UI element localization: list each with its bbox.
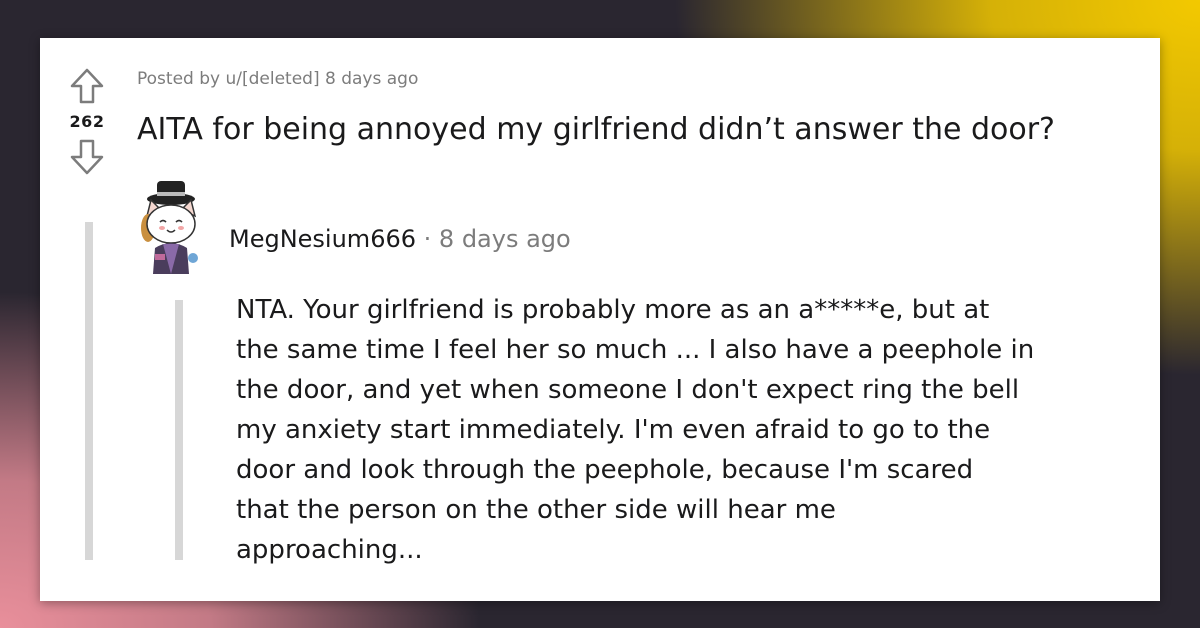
comment-meta: MegNesium666 · 8 days ago (229, 225, 571, 253)
post-meta: Posted by u/[deleted] 8 days ago (137, 69, 419, 89)
vote-column: 262 (63, 67, 111, 176)
comment-author[interactable]: MegNesium666 (229, 225, 416, 253)
thread-collapse-line[interactable] (85, 222, 93, 560)
comment-line: that the person on the other side will h… (236, 495, 836, 525)
meta-separator: · (423, 225, 432, 253)
snoo-avatar-icon[interactable] (133, 178, 213, 274)
post-card: 262 Posted by u/[deleted] 8 days ago AIT… (40, 38, 1160, 601)
comment-body: NTA. Your girlfriend is probably more as… (236, 290, 1116, 570)
comment-line: the same time I feel her so much ... I a… (236, 335, 1035, 365)
upvote-arrow-icon[interactable] (69, 67, 105, 105)
post-title[interactable]: AITA for being annoyed my girlfriend did… (137, 112, 1055, 147)
vote-score: 262 (69, 112, 105, 131)
comment-line: approaching... (236, 535, 423, 565)
downvote-arrow-icon[interactable] (69, 138, 105, 176)
comment-timestamp[interactable]: 8 days ago (439, 225, 571, 253)
comment-line: door and look through the peephole, beca… (236, 455, 974, 485)
comment-line: my anxiety start immediately. I'm even a… (236, 415, 991, 445)
comment-line: the door, and yet when someone I don't e… (236, 375, 1020, 405)
comment-collapse-line[interactable] (175, 300, 183, 560)
comment-line: NTA. Your girlfriend is probably more as… (236, 295, 990, 325)
